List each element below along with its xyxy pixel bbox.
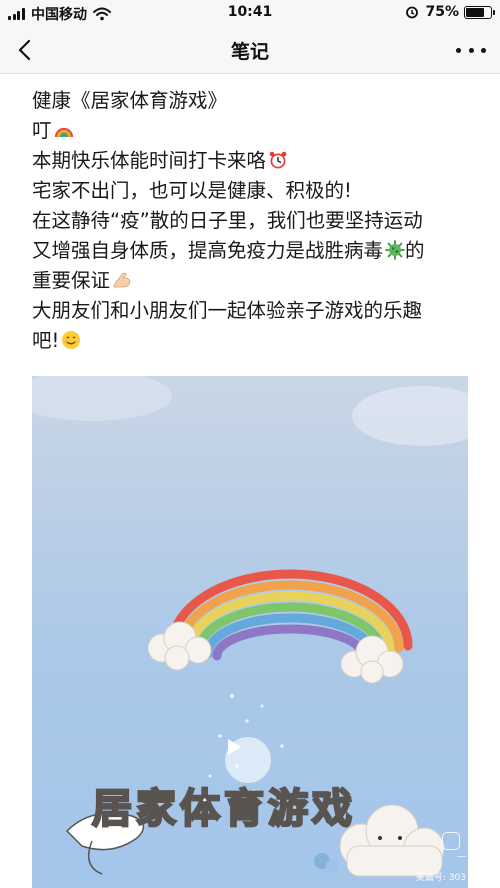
battery-percent: 75% — [425, 4, 459, 20]
watermark-logo-icon — [442, 832, 460, 850]
status-right: 75% — [405, 4, 495, 20]
more-dot — [468, 47, 474, 53]
watermark-id: 美篇号: 303 — [415, 873, 466, 883]
more-button[interactable] — [456, 38, 486, 62]
nav-bar: 笔记 — [0, 26, 500, 74]
video-title: 居家体育游戏 — [91, 785, 356, 834]
play-icon — [228, 739, 241, 755]
watermark-text: 一 — [456, 853, 466, 863]
rainbow-icon — [54, 127, 73, 138]
article-line: 宅家不出门，也可以是健康、积极的! — [32, 176, 482, 206]
battery-fill — [466, 7, 484, 17]
smiling-face-icon — [62, 331, 81, 349]
article-text: 吧! — [32, 329, 60, 352]
virus-icon — [385, 240, 405, 260]
flexed-biceps-icon — [113, 272, 131, 288]
article-line: 又增强自身体质，提高免疫力是战胜病毒 的 — [32, 236, 482, 266]
video-card[interactable]: 居家体育游戏 一 美篇号: 303 — [32, 376, 468, 888]
article-line: 在这静待“疫”散的日子里，我们也要坚持运动 — [32, 206, 482, 236]
article-text: 宅家不出门，也可以是健康、积极的! — [32, 179, 352, 202]
article-text: 大朋友们和小朋友们一起体验亲子游戏的乐趣 — [32, 299, 423, 322]
article-text: 叮 — [32, 119, 52, 142]
article-line: 叮 — [32, 116, 482, 146]
article-text: 在这静待“疫”散的日子里，我们也要坚持运动 — [32, 209, 423, 232]
article-text: 又增强自身体质，提高免疫力是战胜病毒 — [32, 239, 384, 262]
alarm-status-icon — [406, 6, 419, 19]
battery-icon — [464, 5, 495, 19]
more-dot — [456, 47, 461, 53]
more-dot — [481, 47, 486, 53]
alarm-clock-icon — [269, 151, 287, 169]
article-body: 健康《居家体育游戏》 叮 本期快乐体能时间打卡来咯 宅家不出门，也可以是健康、积… — [32, 86, 482, 356]
article-text: 本期快乐体能时间打卡来咯 — [32, 149, 267, 172]
article-line: 本期快乐体能时间打卡来咯 — [32, 146, 482, 176]
status-bar: 中国移动 10:41 75% — [0, 0, 500, 26]
article-line: 健康《居家体育游戏》 — [32, 86, 482, 116]
article-line: 重要保证 — [32, 266, 482, 296]
article-title-text: 健康《居家体育游戏》 — [32, 89, 228, 112]
article-line: 大朋友们和小朋友们一起体验亲子游戏的乐趣 — [32, 296, 482, 326]
article-text: 重要保证 — [32, 269, 111, 292]
page-title: 笔记 — [230, 41, 269, 63]
article-line: 吧! — [32, 326, 482, 356]
article-text: 的 — [405, 239, 425, 262]
